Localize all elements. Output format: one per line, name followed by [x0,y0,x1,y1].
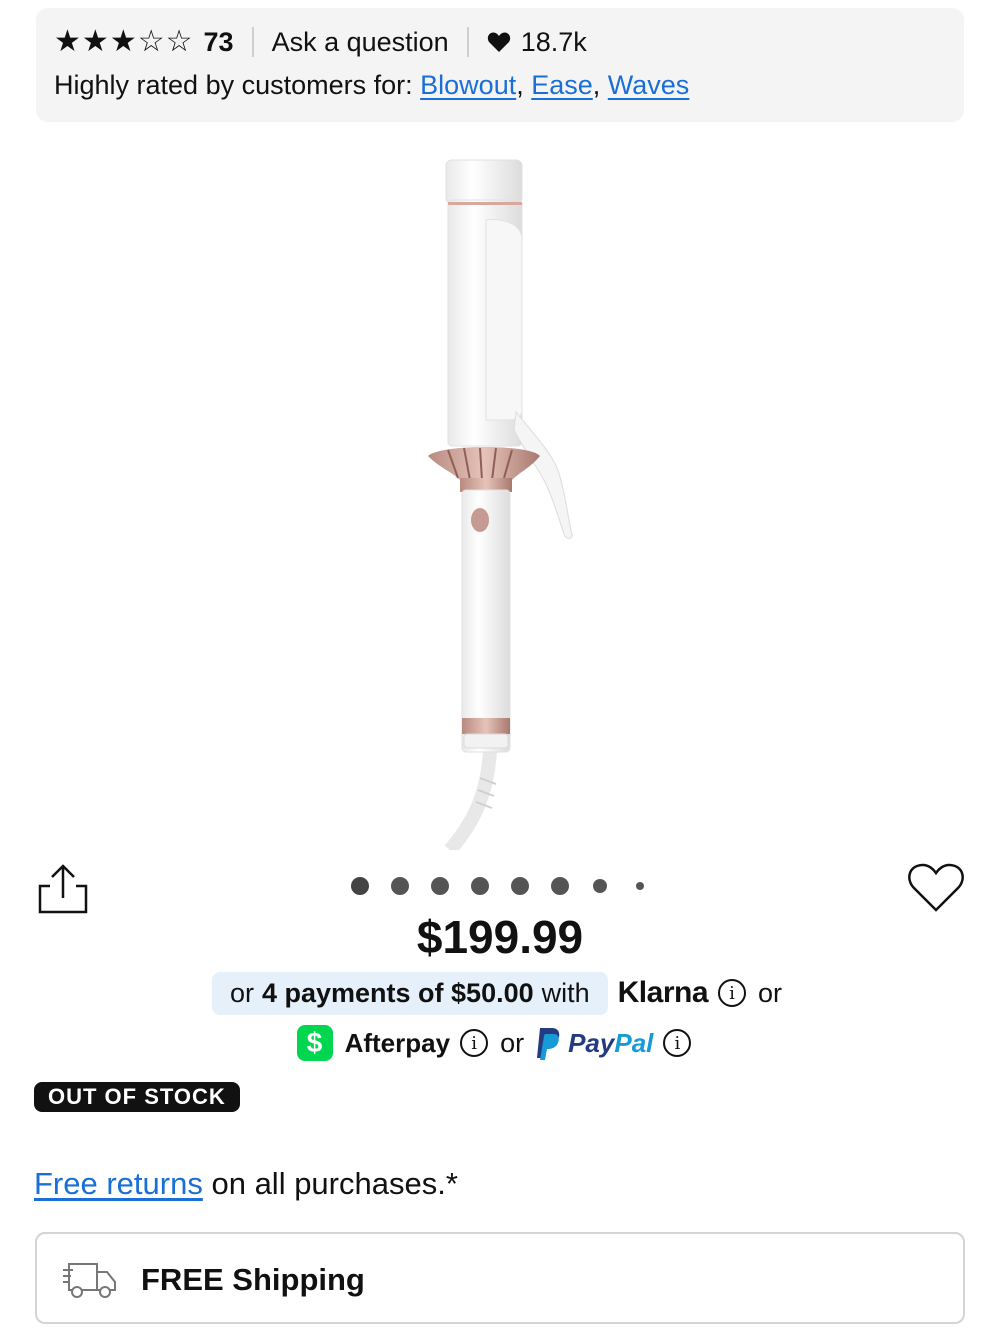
or-text: or [758,977,783,1008]
or-text: or [500,1027,525,1058]
highly-rated-tag-blowout[interactable]: Blowout [420,70,516,100]
paypal-icon [537,1028,560,1060]
cashapp-icon: $ [296,1025,333,1061]
star-empty-icon: ☆ [137,25,165,58]
returns-text: on all purchases.* [211,1166,458,1201]
carousel-dot[interactable] [471,877,489,895]
carousel-dot[interactable] [391,877,409,895]
afterpay-info-icon[interactable]: i [460,1029,489,1057]
star-rating[interactable]: ★ ★ ★ ☆ ☆ 73 [54,27,234,58]
share-icon[interactable] [36,862,90,916]
highly-rated-tag-waves[interactable]: Waves [608,70,690,100]
heart-filled-icon [487,32,510,52]
carousel-dot[interactable] [636,882,644,890]
klarna-prefix: or [229,977,254,1008]
divider [466,27,469,57]
paypal-info-icon[interactable]: i [663,1029,692,1057]
carousel-dot[interactable] [593,879,607,893]
ask-question-link[interactable]: Ask a question [272,27,449,58]
carousel-dot[interactable] [431,877,449,895]
klarna-suffix: with [541,977,590,1008]
carousel-dot[interactable] [511,877,529,895]
carousel-dot[interactable] [351,877,369,895]
klarna-logo: Klarna [617,976,709,1009]
carousel-dots[interactable] [340,872,660,900]
shipping-option[interactable]: FREE Shipping [35,1232,965,1324]
loves-counter[interactable]: 18.7k [487,27,587,58]
product-price: $199.99 [416,911,584,963]
star-empty-icon: ☆ [165,25,193,58]
rating-summary-box: ★ ★ ★ ☆ ☆ 73 Ask a question 18.7k Highly… [36,8,964,122]
review-count[interactable]: 73 [204,27,234,58]
paypal-logo: PayPal [568,1028,653,1059]
rating-row: ★ ★ ★ ☆ ☆ 73 Ask a question 18.7k [54,22,587,62]
out-of-stock-badge: OUT OF STOCK [34,1082,240,1112]
paypal-pay-text: Pay [568,1027,615,1058]
free-returns-link[interactable]: Free returns [34,1166,203,1201]
highly-rated-prefix: Highly rated by customers for: [54,70,413,100]
klarna-installments-pill[interactable]: or 4 payments of $50.00 with [211,971,608,1015]
star-filled-icon: ★ [109,25,137,58]
afterpay-logo: Afterpay [344,1027,451,1058]
carousel-dot[interactable] [551,877,569,895]
shipping-label: FREE Shipping [141,1262,365,1297]
star-filled-icon: ★ [54,25,81,58]
highly-rated-row: Highly rated by customers for: Blowout, … [54,70,690,100]
klarna-info-icon[interactable]: i [718,979,747,1007]
afterpay-paypal-row: $ Afterpay i or PayPal i [0,1020,1000,1066]
product-image[interactable] [380,150,620,850]
heart-outline-icon[interactable] [906,860,966,916]
divider [251,27,254,57]
returns-row: Free returns on all purchases.* [34,1166,458,1202]
klarna-row: or 4 payments of $50.00 with Klarna i or [0,970,1000,1016]
loves-count: 18.7k [520,26,587,57]
paypal-pal-text: Pal [614,1027,654,1058]
highly-rated-tag-ease[interactable]: Ease [531,70,593,100]
klarna-installments: 4 payments of $50.00 [261,977,534,1008]
truck-icon [63,1263,116,1298]
star-filled-icon: ★ [81,25,109,58]
